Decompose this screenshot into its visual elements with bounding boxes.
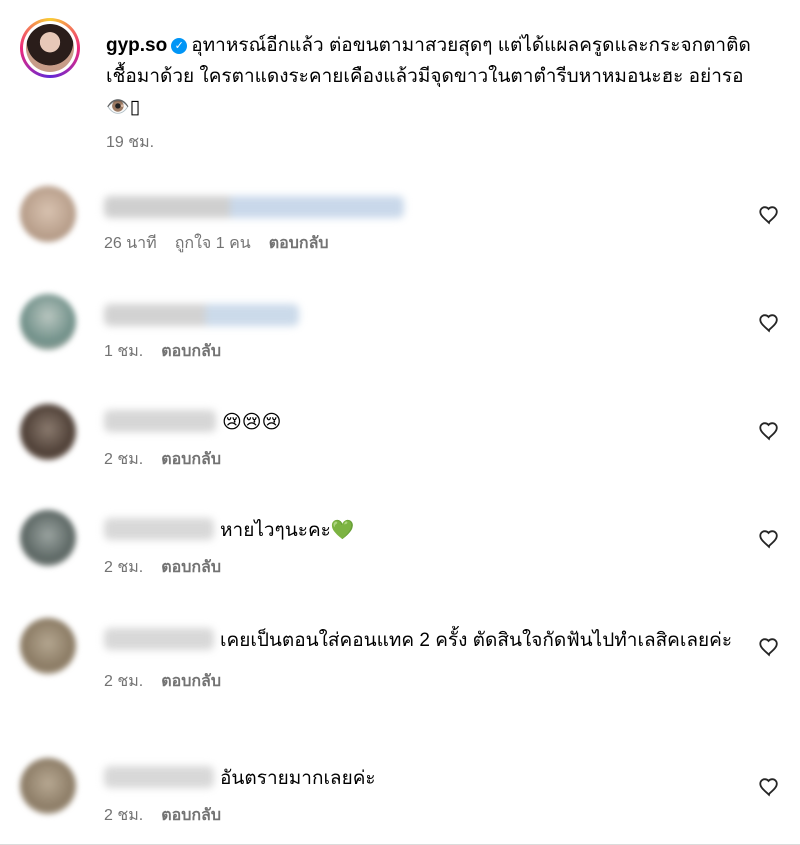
commenter-username[interactable] — [104, 304, 299, 326]
verified-badge-icon: ✓ — [171, 38, 188, 54]
heart-icon[interactable] — [758, 204, 780, 226]
comment-meta: 1 ชม. ตอบกลับ — [104, 336, 744, 367]
comment-meta: 2 ชม. ตอบกลับ — [104, 552, 744, 583]
reply-button[interactable]: ตอบกลับ — [161, 807, 221, 824]
comment-time[interactable]: 2 ชม. — [104, 673, 143, 690]
post-author-username[interactable]: gyp.so — [106, 35, 167, 56]
comment-likes[interactable]: ถูกใจ 1 คน — [175, 235, 251, 252]
comment-meta: 26 นาที ถูกใจ 1 คน ตอบกลับ — [104, 228, 744, 259]
commenter-username[interactable] — [104, 766, 214, 788]
reply-button[interactable]: ตอบกลับ — [161, 451, 221, 468]
avatar[interactable] — [20, 294, 76, 350]
reply-button[interactable]: ตอบกลับ — [161, 559, 221, 576]
avatar[interactable] — [20, 404, 76, 460]
avatar[interactable] — [20, 510, 76, 566]
reply-button[interactable]: ตอบกลับ — [269, 235, 329, 252]
reply-button[interactable]: ตอบกลับ — [161, 343, 221, 360]
avatar[interactable] — [20, 186, 76, 242]
reply-button[interactable]: ตอบกลับ — [161, 673, 221, 690]
comment-text: 😢😢😢 — [222, 412, 282, 433]
commenter-username[interactable] — [104, 196, 404, 218]
avatar[interactable] — [20, 758, 76, 814]
comment-time[interactable]: 2 ชม. — [104, 559, 143, 576]
post-caption: gyp.so ✓ อุทาหรณ์อีกแล้ว ต่อขนตามาสวยสุดๆ … — [106, 30, 766, 123]
heart-icon[interactable] — [758, 776, 780, 798]
commenter-username[interactable] — [104, 628, 214, 650]
comment-meta: 2 ชม. ตอบกลับ — [104, 800, 744, 831]
comment-time[interactable]: 2 ชม. — [104, 807, 143, 824]
avatar[interactable] — [20, 618, 76, 674]
comment-text: อันตรายมากเลยค่ะ — [220, 768, 376, 789]
comment-time[interactable]: 1 ชม. — [104, 343, 143, 360]
post-timestamp[interactable]: 19 ชม. — [106, 130, 154, 155]
comment-text: หายไวๆนะคะ💚 — [220, 520, 355, 541]
heart-icon[interactable] — [758, 636, 780, 658]
commenter-username[interactable] — [104, 518, 214, 540]
post-caption-text: อุทาหรณ์อีกแล้ว ต่อขนตามาสวยสุดๆ แต่ได้แ… — [106, 35, 751, 118]
comment-meta: 2 ชม. ตอบกลับ — [104, 444, 744, 475]
comment-text: เคยเป็นตอนใส่คอนแทค 2 ครั้ง ตัดสินใจกัดฟ… — [220, 630, 733, 651]
heart-icon[interactable] — [758, 420, 780, 442]
comment-time[interactable]: 26 นาที — [104, 235, 157, 252]
heart-icon[interactable] — [758, 312, 780, 334]
post-author-avatar[interactable] — [20, 18, 80, 78]
heart-icon[interactable] — [758, 528, 780, 550]
comment-time[interactable]: 2 ชม. — [104, 451, 143, 468]
comment-meta: 2 ชม. ตอบกลับ — [104, 666, 744, 697]
commenter-username[interactable] — [104, 410, 216, 432]
